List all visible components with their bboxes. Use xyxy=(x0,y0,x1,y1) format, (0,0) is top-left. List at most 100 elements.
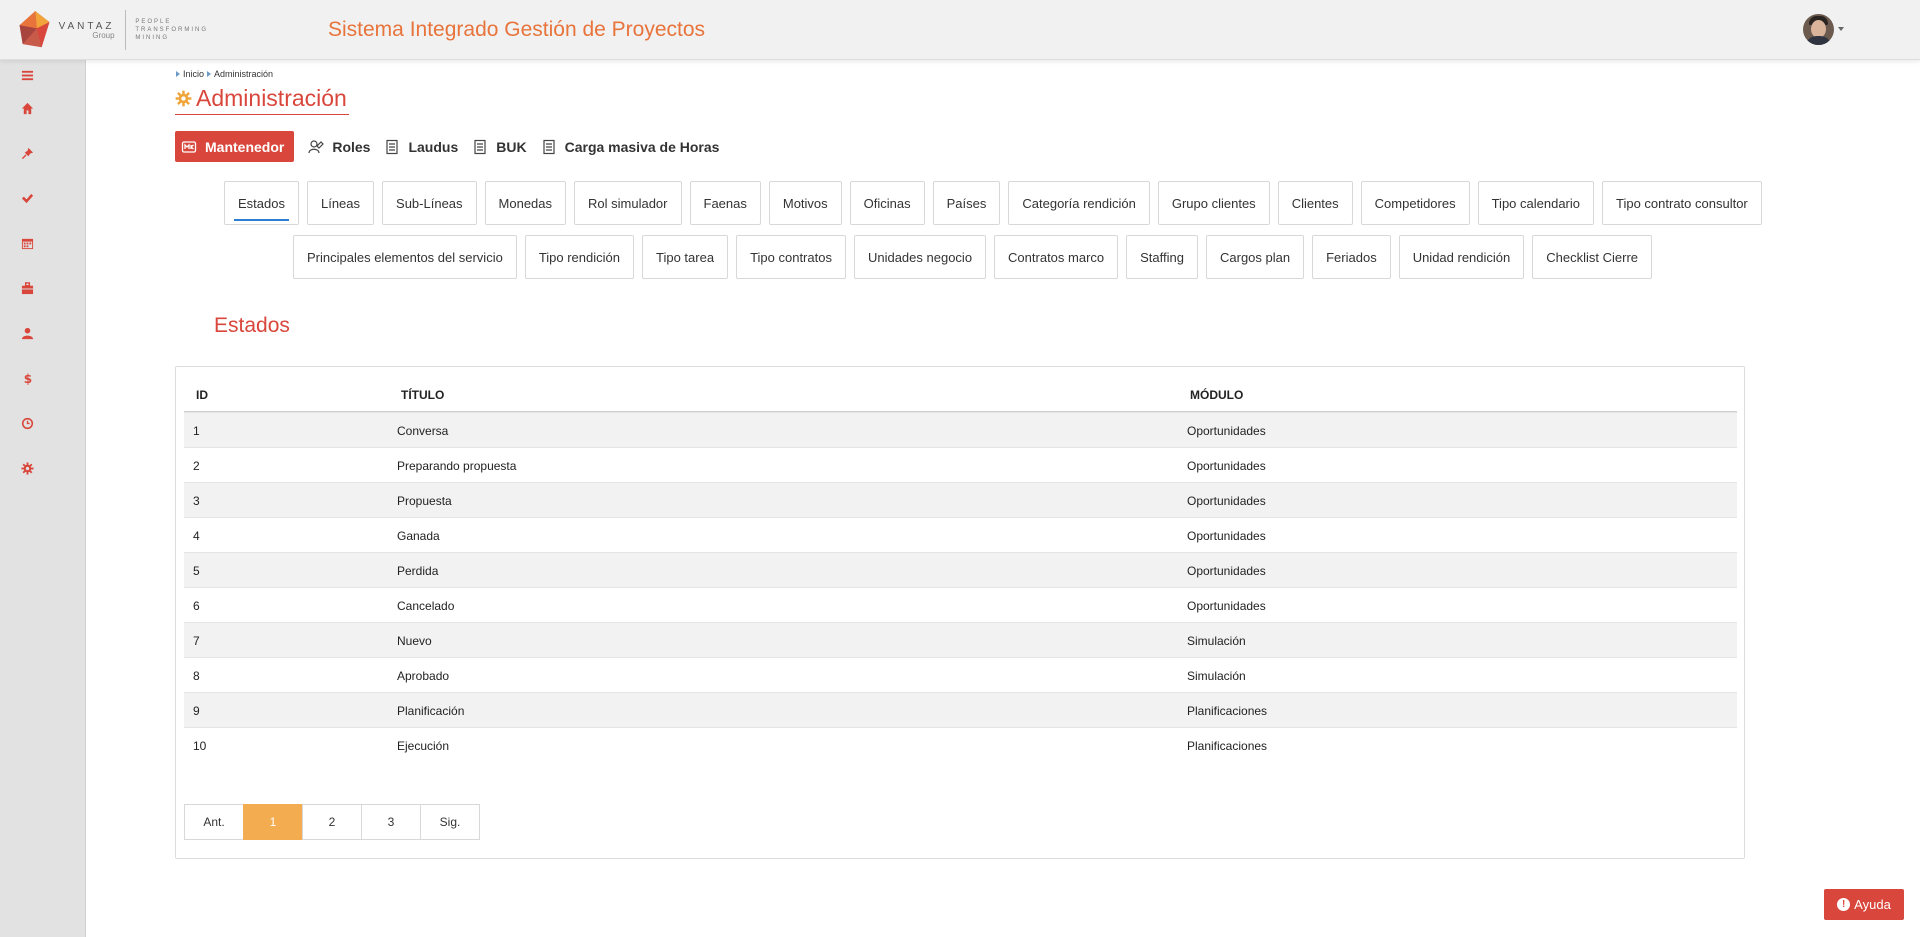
cell-id: 6 xyxy=(193,599,200,613)
subtab-tipo-calendario[interactable]: Tipo calendario xyxy=(1477,181,1594,225)
subtab-contratos-marco[interactable]: Contratos marco xyxy=(994,235,1119,279)
subtab-categoria-rendicion[interactable]: Categoría rendición xyxy=(1008,181,1150,225)
briefcase-icon[interactable] xyxy=(18,279,36,297)
cell-id: 8 xyxy=(193,669,200,683)
table-row[interactable]: 1 Conversa Oportunidades xyxy=(184,412,1737,447)
subtab-competidores[interactable]: Competidores xyxy=(1360,181,1470,225)
subtab-staffing[interactable]: Staffing xyxy=(1126,235,1198,279)
cell-id: 4 xyxy=(193,529,200,543)
subtab-unidades-negocio[interactable]: Unidades negocio xyxy=(853,235,987,279)
table-row[interactable]: 7 Nuevo Simulación xyxy=(184,622,1737,657)
estados-table-card: ID TÍTULO MÓDULO 1 Conversa Oportunidade… xyxy=(175,366,1745,859)
tab-carga-masiva[interactable]: Carga masiva de Horas xyxy=(537,131,730,162)
pagination-prev[interactable]: Ant. xyxy=(184,804,244,840)
breadcrumb-arrow-icon xyxy=(176,71,180,77)
subtab-cargos-plan[interactable]: Cargos plan xyxy=(1206,235,1305,279)
subtab-tipo-tarea[interactable]: Tipo tarea xyxy=(642,235,729,279)
tab-mantenedor[interactable]: Mantenedor xyxy=(175,131,295,162)
cell-id: 10 xyxy=(193,739,207,753)
home-icon[interactable] xyxy=(18,99,36,117)
subtab-unidad-rendicion[interactable]: Unidad rendición xyxy=(1398,235,1525,279)
page-title-text: Administración xyxy=(196,84,347,111)
column-header-titulo[interactable]: TÍTULO xyxy=(401,388,444,402)
page-title: Administración xyxy=(175,82,349,115)
subtab-faenas[interactable]: Faenas xyxy=(689,181,761,225)
help-button[interactable]: ! Ayuda xyxy=(1824,889,1904,920)
subtab-motivos[interactable]: Motivos xyxy=(768,181,842,225)
cell-titulo: Nuevo xyxy=(397,634,432,648)
user-avatar[interactable] xyxy=(1803,14,1834,45)
breadcrumb: Inicio Administración xyxy=(176,69,273,79)
cell-id: 3 xyxy=(193,494,200,508)
subtab-tipo-rendicion[interactable]: Tipo rendición xyxy=(524,235,634,279)
pagination-page-1[interactable]: 1 xyxy=(243,804,303,840)
subtab-checklist-cierre[interactable]: Checklist Cierre xyxy=(1532,235,1653,279)
document-icon xyxy=(386,139,399,154)
document-icon xyxy=(474,139,486,154)
calendar-icon[interactable] xyxy=(18,234,36,252)
table-row[interactable]: 10 Ejecución Planificaciones xyxy=(184,727,1737,762)
subtab-tipo-contrato-consultor[interactable]: Tipo contrato consultor xyxy=(1602,181,1762,225)
user-icon[interactable] xyxy=(18,324,36,342)
cell-id: 5 xyxy=(193,564,200,578)
cell-titulo: Ganada xyxy=(397,529,440,543)
gear-icon xyxy=(175,90,192,106)
vantaz-logo[interactable]: VANTAZ Group PEOPLE TRANSFORMING MINING xyxy=(18,4,208,56)
svg-text:$: $ xyxy=(23,372,31,385)
main-tabs: Mantenedor Roles Laudus BUK Carga masiva… xyxy=(175,131,729,162)
table-row[interactable]: 9 Planificación Planificaciones xyxy=(184,692,1737,727)
cell-id: 9 xyxy=(193,704,200,718)
cell-id: 2 xyxy=(193,459,200,473)
pagination-page-3[interactable]: 3 xyxy=(361,804,421,840)
vantaz-logo-mark xyxy=(19,11,50,48)
subtab-grupo-clientes[interactable]: Grupo clientes xyxy=(1157,181,1270,225)
table-row[interactable]: 8 Aprobado Simulación xyxy=(184,657,1737,692)
cell-modulo: Oportunidades xyxy=(1187,564,1266,578)
subtab-principales-elementos[interactable]: Principales elementos del servicio xyxy=(293,235,517,279)
column-header-id[interactable]: ID xyxy=(196,388,208,402)
table-row[interactable]: 5 Perdida Oportunidades xyxy=(184,552,1737,587)
logo-tagline-1: PEOPLE xyxy=(135,19,172,25)
cell-titulo: Propuesta xyxy=(397,494,452,508)
subtab-feriados[interactable]: Feriados xyxy=(1312,235,1391,279)
table-row[interactable]: 4 Ganada Oportunidades xyxy=(184,517,1737,552)
cell-titulo: Cancelado xyxy=(397,599,455,613)
table-row[interactable]: 6 Cancelado Oportunidades xyxy=(184,587,1737,622)
pagination: Ant. 1 2 3 Sig. xyxy=(184,804,480,840)
pin-icon[interactable] xyxy=(18,144,36,162)
subtab-clientes[interactable]: Clientes xyxy=(1277,181,1353,225)
check-icon[interactable] xyxy=(18,189,36,207)
cell-titulo: Aprobado xyxy=(397,669,450,683)
subtab-monedas[interactable]: Monedas xyxy=(484,181,567,225)
subtab-lineas[interactable]: Líneas xyxy=(306,181,375,225)
subtab-estados[interactable]: Estados xyxy=(224,181,299,225)
tab-roles-label: Roles xyxy=(332,138,371,155)
subtab-sub-lineas[interactable]: Sub-Líneas xyxy=(382,181,477,225)
pagination-page-2[interactable]: 2 xyxy=(302,804,362,840)
section-title: Estados xyxy=(214,314,290,337)
breadcrumb-administracion: Administración xyxy=(214,69,274,79)
cell-titulo: Planificación xyxy=(397,704,465,718)
subtab-oficinas[interactable]: Oficinas xyxy=(849,181,925,225)
dollar-icon[interactable]: $ xyxy=(18,369,36,387)
breadcrumb-inicio[interactable]: Inicio xyxy=(183,69,204,79)
menu-icon[interactable] xyxy=(18,66,36,84)
chevron-down-icon[interactable] xyxy=(1838,27,1844,31)
document-icon xyxy=(542,139,555,154)
table-row[interactable]: 2 Preparando propuesta Oportunidades xyxy=(184,447,1737,482)
tab-roles[interactable]: Roles xyxy=(304,131,380,162)
table-row[interactable]: 3 Propuesta Oportunidades xyxy=(184,482,1737,517)
subtab-paises[interactable]: Países xyxy=(932,181,1001,225)
app-title: Sistema Integrado Gestión de Proyectos xyxy=(328,18,706,41)
tab-laudus[interactable]: Laudus xyxy=(380,131,468,162)
column-header-modulo[interactable]: MÓDULO xyxy=(1190,388,1243,402)
breadcrumb-arrow-icon xyxy=(207,71,212,77)
gear-icon[interactable] xyxy=(18,459,36,477)
cell-modulo: Simulación xyxy=(1187,669,1246,683)
pagination-next[interactable]: Sig. xyxy=(420,804,480,840)
cell-id: 1 xyxy=(193,424,200,438)
subtab-tipo-contratos[interactable]: Tipo contratos xyxy=(736,235,846,279)
clock-icon[interactable] xyxy=(18,414,36,432)
tab-buk[interactable]: BUK xyxy=(468,131,536,162)
subtab-rol-simulador[interactable]: Rol simulador xyxy=(574,181,682,225)
